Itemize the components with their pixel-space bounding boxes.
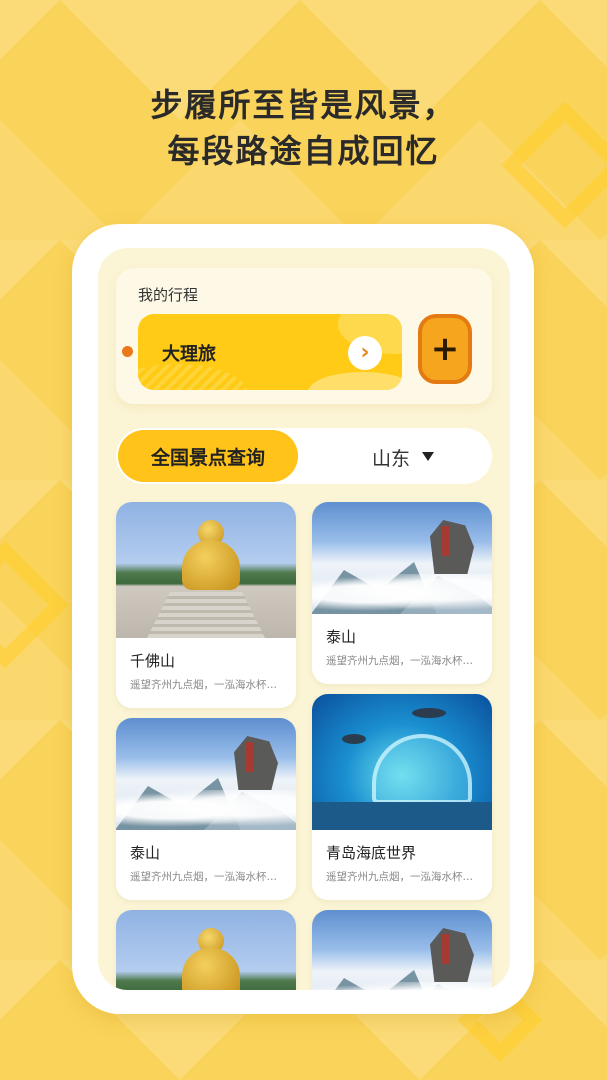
spot-image [312,910,492,990]
spot-desc: 遥望齐州九点烟，一泓海水杯中泻。 [130,871,286,883]
spot-name: 泰山 [130,844,161,862]
my-trip-card: 我的行程 大理旅 › + [116,268,492,404]
spot-card[interactable] [116,910,296,990]
spot-name: 泰山 [326,628,357,646]
spot-image [312,694,492,830]
plus-icon: + [430,329,460,369]
chevron-right-icon[interactable]: › [348,336,382,370]
spot-name: 青岛海底世界 [326,844,417,862]
headline-line-2: 每段路途自成回忆 [167,132,440,170]
add-trip-button[interactable]: + [418,314,472,384]
current-trip-name: 大理旅 [162,344,216,365]
spot-image [116,502,296,638]
spot-desc: 遥望齐州九点烟，一泓海水杯中泻。 [130,679,286,691]
spot-name: 千佛山 [130,652,176,670]
caret-down-icon[interactable] [422,452,434,461]
spot-desc: 遥望齐州九点烟，一泓海水杯中泻。 [326,655,482,667]
spot-card[interactable]: 泰山 遥望齐州九点烟，一泓海水杯中泻。 [116,718,296,900]
app-screen: 我的行程 大理旅 › + 全国景点查询 山东 千佛山 遥望齐州九点烟，一泓海水杯… [98,248,510,990]
spot-card[interactable]: 青岛海底世界 遥望齐州九点烟，一泓海水杯中泻。 [312,694,492,900]
spot-image [116,718,296,830]
spot-card[interactable]: 泰山 遥望齐州九点烟，一泓海水杯中泻。 [312,502,492,684]
current-trip-item[interactable]: 大理旅 › [138,314,402,390]
my-trip-title: 我的行程 [138,286,199,304]
spot-image [116,910,296,990]
headline: 步履所至皆是风景， 每段路途自成回忆 [0,82,607,174]
spot-desc: 遥望齐州九点烟，一泓海水杯中泻。 [326,871,482,883]
trip-bullet-dot [122,346,133,357]
region-select[interactable]: 山东 [372,444,410,471]
national-spot-query-button[interactable]: 全国景点查询 [118,430,298,482]
spot-card[interactable] [312,910,492,990]
spot-query-bar: 全国景点查询 山东 [116,428,492,484]
headline-line-1: 步履所至皆是风景， [150,86,457,124]
spot-image [312,502,492,614]
spot-card[interactable]: 千佛山 遥望齐州九点烟，一泓海水杯中泻。 [116,502,296,708]
